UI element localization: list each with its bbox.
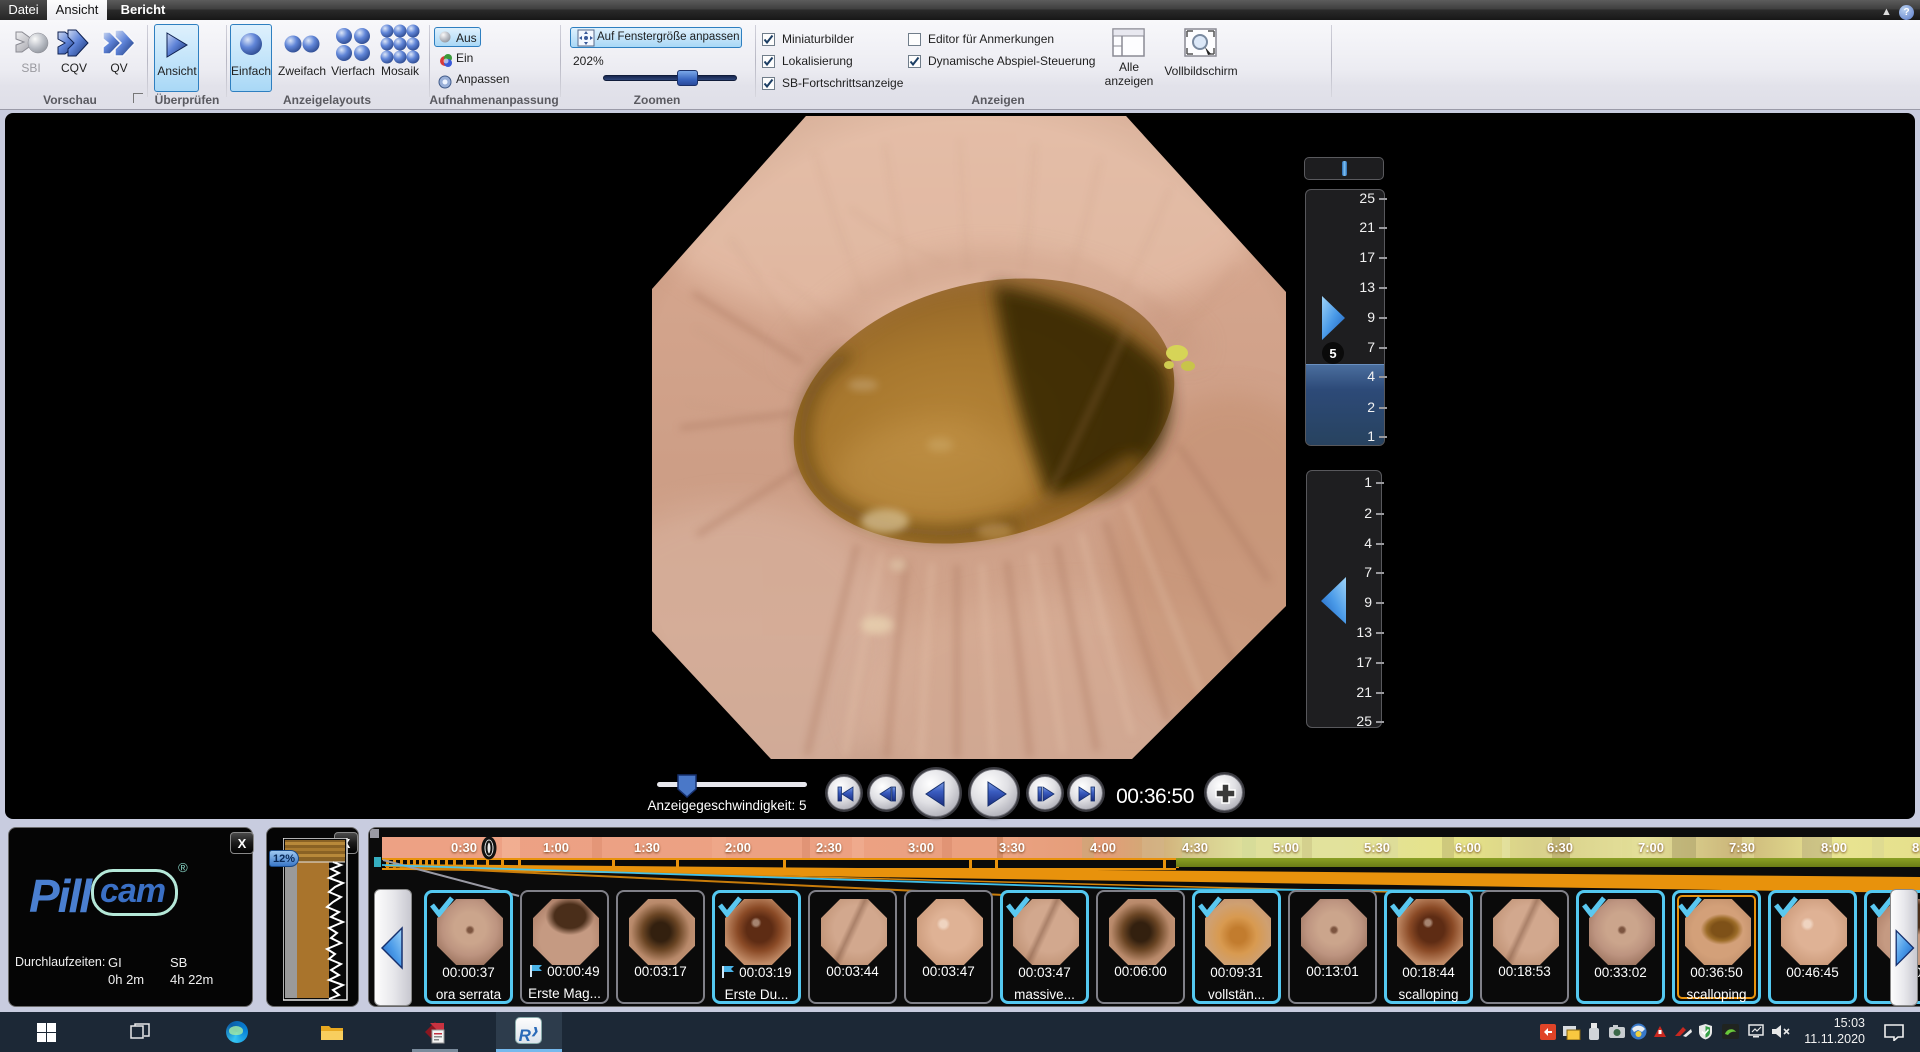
svg-text:4: 4 (1364, 535, 1372, 551)
svg-text:21: 21 (1356, 684, 1372, 700)
svg-text:9: 9 (1367, 309, 1375, 325)
svg-text:9: 9 (1364, 594, 1372, 610)
svg-text:7: 7 (1367, 339, 1375, 355)
svg-text:13: 13 (1356, 624, 1372, 640)
svg-text:5: 5 (1329, 346, 1336, 361)
svg-text:2: 2 (1367, 399, 1375, 415)
svg-text:Anzeigegeschwindigkeit: 5: Anzeigegeschwindigkeit: 5 (647, 798, 806, 813)
svg-text:17: 17 (1356, 654, 1372, 670)
svg-text:1: 1 (1367, 428, 1375, 444)
svg-text:7: 7 (1364, 564, 1372, 580)
svg-text:4: 4 (1367, 368, 1375, 384)
svg-text:21: 21 (1359, 219, 1375, 235)
svg-text:13: 13 (1359, 279, 1375, 295)
svg-text:25: 25 (1356, 713, 1372, 729)
svg-text:17: 17 (1359, 249, 1375, 265)
svg-text:1: 1 (1364, 474, 1372, 490)
svg-text:25: 25 (1359, 190, 1375, 206)
svg-text:00:36:50: 00:36:50 (1116, 785, 1194, 808)
svg-text:2: 2 (1364, 505, 1372, 521)
